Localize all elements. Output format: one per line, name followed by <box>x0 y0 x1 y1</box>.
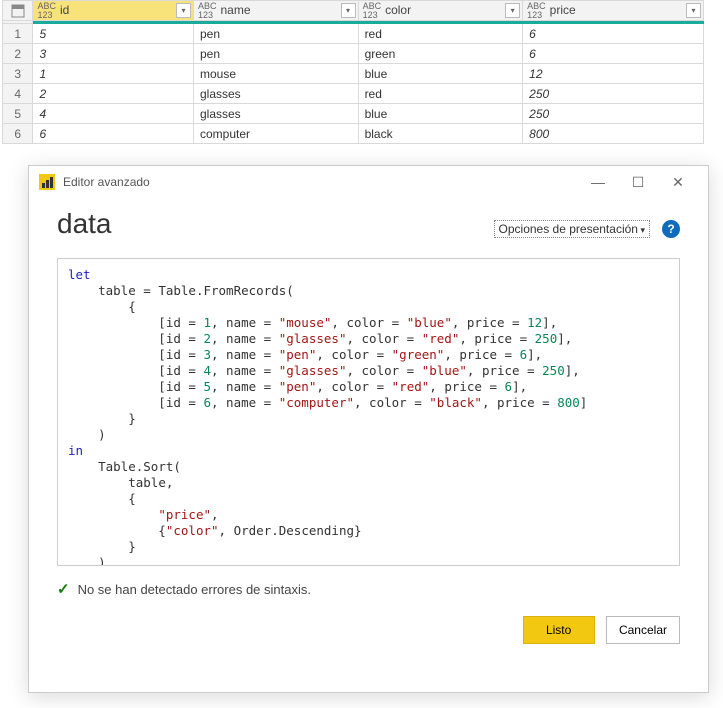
minimize-button[interactable]: — <box>578 167 618 197</box>
maximize-button[interactable]: ☐ <box>618 167 658 197</box>
table-row[interactable]: 54glassesblue250 <box>3 104 704 124</box>
row-number: 5 <box>3 104 33 124</box>
cell-id[interactable]: 2 <box>33 84 194 104</box>
advanced-editor-dialog: Editor avanzado — ☐ ✕ data Opciones de p… <box>28 165 709 693</box>
cell-price[interactable]: 250 <box>523 104 704 124</box>
column-filter-button-color[interactable]: ▾ <box>505 3 520 18</box>
display-options-dropdown[interactable]: Opciones de presentación <box>494 220 650 238</box>
cancel-button[interactable]: Cancelar <box>606 616 680 644</box>
cell-id[interactable]: 1 <box>33 64 194 84</box>
column-header-name[interactable]: ABC123name ▾ <box>193 1 358 21</box>
cell-price[interactable]: 6 <box>523 44 704 64</box>
cell-price[interactable]: 12 <box>523 64 704 84</box>
table-row[interactable]: 23pengreen6 <box>3 44 704 64</box>
status-text: No se han detectado errores de sintaxis. <box>78 582 311 597</box>
cell-color[interactable]: blue <box>358 104 523 124</box>
syntax-status: ✓ No se han detectado errores de sintaxi… <box>57 580 680 598</box>
cell-color[interactable]: blue <box>358 64 523 84</box>
row-number: 6 <box>3 124 33 144</box>
cell-id[interactable]: 5 <box>33 24 194 44</box>
cell-color[interactable]: green <box>358 44 523 64</box>
row-number: 4 <box>3 84 33 104</box>
cell-name[interactable]: mouse <box>193 64 358 84</box>
column-header-price[interactable]: ABC123price ▾ <box>523 1 704 21</box>
powerbi-icon <box>39 174 55 190</box>
help-icon[interactable]: ? <box>662 220 680 238</box>
query-results-table: ABC123id ▾ ABC123name ▾ ABC123color ▾ AB… <box>2 0 704 144</box>
type-icon: ABC123 <box>363 2 382 20</box>
cell-id[interactable]: 6 <box>33 124 194 144</box>
column-header-color[interactable]: ABC123color ▾ <box>358 1 523 21</box>
column-filter-button-price[interactable]: ▾ <box>686 3 701 18</box>
cell-name[interactable]: glasses <box>193 104 358 124</box>
cell-id[interactable]: 4 <box>33 104 194 124</box>
row-number: 1 <box>3 24 33 44</box>
check-icon: ✓ <box>57 580 70 598</box>
cell-name[interactable]: pen <box>193 44 358 64</box>
dialog-title: Editor avanzado <box>63 166 578 198</box>
cell-color[interactable]: red <box>358 24 523 44</box>
cell-color[interactable]: red <box>358 84 523 104</box>
cell-name[interactable]: computer <box>193 124 358 144</box>
table-corner <box>3 1 33 21</box>
table-row[interactable]: 15penred6 <box>3 24 704 44</box>
type-icon: ABC123 <box>198 2 217 20</box>
column-filter-button-name[interactable]: ▾ <box>341 3 356 18</box>
table-row[interactable]: 31mouseblue12 <box>3 64 704 84</box>
column-filter-button-id[interactable]: ▾ <box>176 3 191 18</box>
query-name-heading: data <box>57 208 112 240</box>
table-row[interactable]: 66computerblack800 <box>3 124 704 144</box>
row-number: 2 <box>3 44 33 64</box>
cell-name[interactable]: pen <box>193 24 358 44</box>
cell-name[interactable]: glasses <box>193 84 358 104</box>
type-icon: ABC123 <box>527 2 546 20</box>
type-icon: ABC123 <box>37 2 56 20</box>
cell-price[interactable]: 800 <box>523 124 704 144</box>
cell-color[interactable]: black <box>358 124 523 144</box>
cell-price[interactable]: 6 <box>523 24 704 44</box>
done-button[interactable]: Listo <box>523 616 595 644</box>
dialog-titlebar: Editor avanzado — ☐ ✕ <box>29 166 708 198</box>
cell-price[interactable]: 250 <box>523 84 704 104</box>
table-row[interactable]: 42glassesred250 <box>3 84 704 104</box>
column-header-id[interactable]: ABC123id ▾ <box>33 1 194 21</box>
row-number: 3 <box>3 64 33 84</box>
cell-id[interactable]: 3 <box>33 44 194 64</box>
close-button[interactable]: ✕ <box>658 167 698 197</box>
code-editor[interactable]: let table = Table.FromRecords( { [id = 1… <box>57 258 680 566</box>
